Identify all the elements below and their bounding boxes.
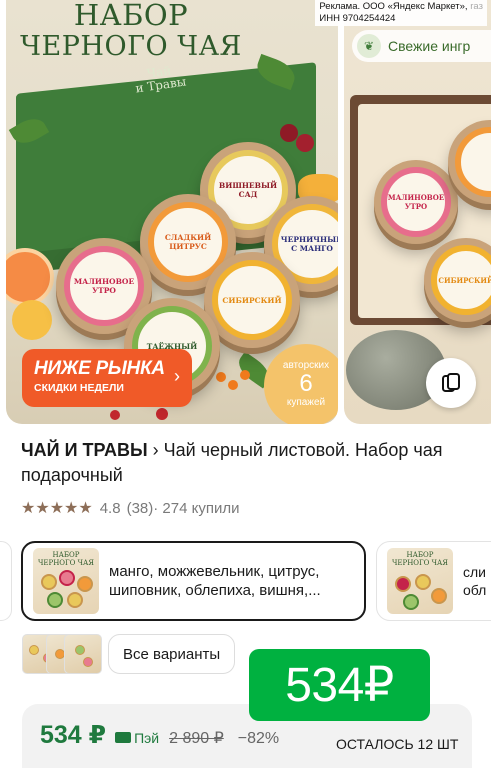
tea-jar: МАЛИНОВОЕ УТРО <box>374 160 458 244</box>
rating-value: 4.8 <box>99 499 121 517</box>
product-title: ЧАЙ И ТРАВЫ › Чай черный листовой. Набор… <box>21 440 443 485</box>
rating-row[interactable]: ★★★★★ 4.8 (38) · 274 купили <box>21 498 240 518</box>
all-variants-button[interactable]: Все варианты <box>108 634 236 674</box>
product-gallery[interactable]: НАБОР ЧЕРНОГО ЧАЯ Чай и Травы ВИШНЕВЫЙ С… <box>0 0 491 428</box>
pay-label: Пэй <box>134 730 160 746</box>
old-price: 2 890 ₽ <box>169 730 224 747</box>
variant-card-selected[interactable]: НАБОР ЧЕРНОГО ЧАЯ манго, можжевельник, ц… <box>21 541 366 621</box>
compare-icon <box>442 373 460 392</box>
variant-description: манго, можжевельник, цитрус, шиповник, о… <box>109 563 321 599</box>
sold-count: · 274 купили <box>153 499 240 517</box>
leaf-icon: ❦ <box>357 34 381 58</box>
sea-buckthorn <box>216 372 226 382</box>
brand-link[interactable]: ЧАЙ И ТРАВЫ <box>21 440 148 460</box>
variant-description: сли обл <box>463 564 487 598</box>
gallery-main-image[interactable]: НАБОР ЧЕРНОГО ЧАЯ Чай и Травы ВИШНЕВЫЙ С… <box>6 0 338 424</box>
discount-percent: −82% <box>237 730 280 747</box>
berry <box>110 410 120 420</box>
cherry <box>296 134 314 152</box>
price-highlight: 534₽ <box>249 649 430 721</box>
lemon <box>12 300 52 340</box>
chevron-right-icon: › <box>174 366 180 386</box>
variant-mini-thumbnails[interactable] <box>22 634 102 674</box>
berry <box>156 408 168 420</box>
variant-thumbnail: НАБОР ЧЕРНОГО ЧАЯ <box>33 548 99 614</box>
rating-stars: ★★★★★ <box>21 500 93 517</box>
sea-buckthorn <box>228 380 238 390</box>
ad-disclaimer[interactable]: Реклама. ООО «Яндекс Маркет», raз ИНН 97… <box>315 0 487 26</box>
stock-remaining: ОСТАЛОСЬ 12 ШТ <box>336 736 459 752</box>
tea-jar-lid <box>455 127 491 197</box>
variant-thumbnail: НАБОР ЧЕРНОГО ЧАЯ <box>387 548 453 614</box>
current-price: 534 ₽ <box>40 721 107 749</box>
mini-thumbnail[interactable] <box>64 634 102 674</box>
authors-blends-badge: авторских 6 купажей <box>264 344 338 424</box>
compare-button[interactable] <box>426 358 476 408</box>
variant-card-next[interactable]: НАБОР ЧЕРНОГО ЧАЯ сли обл <box>376 541 491 621</box>
card-icon <box>115 732 132 743</box>
cherry <box>280 124 298 142</box>
fresh-ingredients-pill: ❦ Свежие ингр <box>352 30 491 62</box>
box-title: НАБОР ЧЕРНОГО ЧАЯ <box>20 0 242 62</box>
below-market-badge[interactable]: НИЖЕ РЫНКА СКИДКИ НЕДЕЛИ › <box>22 349 192 407</box>
variant-card-prev[interactable] <box>0 541 12 621</box>
sea-buckthorn <box>240 370 250 380</box>
review-count: (38) <box>126 499 154 517</box>
